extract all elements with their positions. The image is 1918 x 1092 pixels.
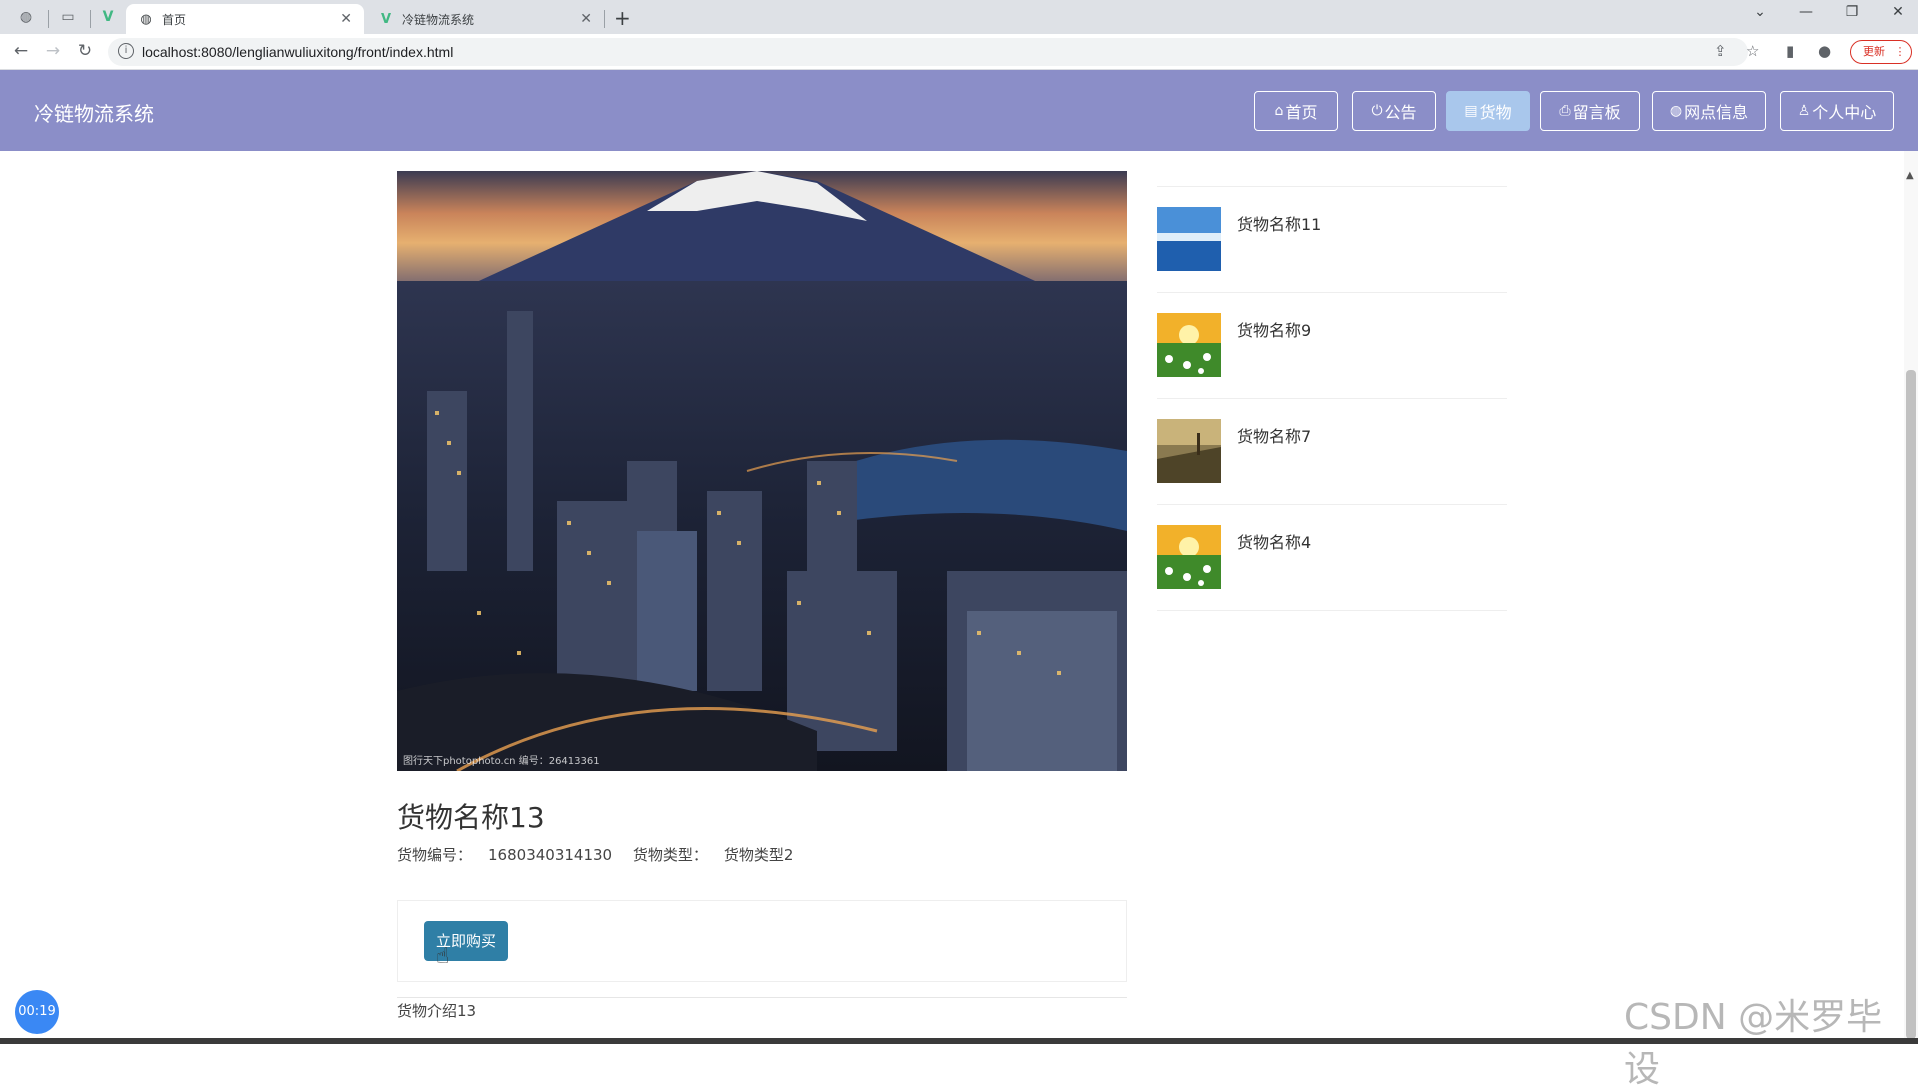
- nav-label: 公告: [1384, 103, 1417, 122]
- home-icon: ⌂: [1274, 103, 1284, 119]
- site-brand[interactable]: 冷链物流系统: [34, 98, 154, 127]
- code-label: 货物编号：: [397, 846, 473, 864]
- power-icon: ⏻: [1371, 103, 1383, 119]
- url-text: localhost:8080/lenglianwuliuxitong/front…: [142, 44, 454, 60]
- new-tab-icon[interactable]: +: [614, 6, 631, 30]
- tab-search-chevron-icon[interactable]: ⌄: [1740, 4, 1780, 20]
- printer-icon: ⎙: [1559, 103, 1571, 119]
- sea-thumbnail[interactable]: [1157, 207, 1221, 271]
- reload-icon[interactable]: ↻: [74, 41, 96, 61]
- purchase-panel: 立即购买: [397, 900, 1127, 982]
- share-icon[interactable]: ⇪: [1714, 42, 1727, 60]
- pinned-tab-blank-icon[interactable]: ▭: [50, 4, 86, 30]
- box-icon: ▤: [1464, 103, 1478, 119]
- sidebar-item-name[interactable]: 货物名称11: [1237, 211, 1321, 235]
- sidebar-item-name[interactable]: 货物名称4: [1237, 529, 1311, 553]
- globe-icon: ◍: [1669, 103, 1683, 119]
- flowers-thumbnail[interactable]: [1157, 313, 1221, 377]
- hand-cursor-icon: ☝: [436, 944, 450, 969]
- browser-tabstrip: ◍ ▭ V ◍ 首页 ✕ V 冷链物流系统 ✕ + ⌄ — ❐ ✕: [0, 0, 1918, 34]
- side-panel-icon[interactable]: ▮: [1786, 42, 1794, 60]
- sidebar-item[interactable]: 货物名称11: [1157, 187, 1507, 293]
- section-divider: [397, 997, 1127, 998]
- nav-label: 货物: [1479, 103, 1512, 122]
- minimize-icon[interactable]: —: [1786, 4, 1826, 20]
- product-meta: 货物编号： 1680340314130 货物类型： 货物类型2: [397, 844, 809, 865]
- product-intro: 货物介绍13: [397, 1002, 477, 1020]
- window-close-icon[interactable]: ✕: [1878, 4, 1918, 20]
- globe-icon: ◍: [140, 11, 152, 27]
- recording-timer: 00:19: [15, 990, 59, 1034]
- image-watermark: 图行天下photophoto.cn 编号：26413361: [403, 756, 600, 767]
- site-info-icon[interactable]: i: [118, 43, 134, 59]
- nav-label: 首页: [1285, 103, 1318, 122]
- nav-messageboard-button[interactable]: ⎙ 留言板: [1540, 91, 1640, 131]
- city-night-photo: [397, 171, 1127, 771]
- type-value: 货物类型2: [723, 846, 794, 864]
- flowers-thumbnail[interactable]: [1157, 525, 1221, 589]
- nav-home-button[interactable]: ⌂ 首页: [1254, 91, 1338, 131]
- back-arrow-icon[interactable]: ←: [10, 41, 32, 61]
- site-header: 冷链物流系统 ⌂ 首页 ⏻ 公告 ▤ 货物 ⎙ 留言板 ◍ 网点信息 ♙ 个人中…: [0, 70, 1918, 151]
- taskbar-edge: [0, 1038, 1918, 1044]
- sidebar-item[interactable]: 货物名称4: [1157, 505, 1507, 611]
- tab-title: 冷链物流系统: [402, 12, 475, 27]
- field-thumbnail[interactable]: [1157, 419, 1221, 483]
- update-button[interactable]: 更新 ⋮: [1850, 40, 1912, 64]
- tab-separator: [48, 10, 49, 28]
- code-value: 1680340314130: [488, 846, 613, 864]
- nav-outlets-button[interactable]: ◍ 网点信息: [1652, 91, 1766, 131]
- nav-label: 留言板: [1572, 103, 1621, 122]
- browser-toolbar: ← → ↻ i localhost:8080/lenglianwuliuxito…: [0, 34, 1918, 70]
- pinned-tab-vue-icon[interactable]: V: [90, 4, 126, 30]
- product-image: 图行天下photophoto.cn 编号：26413361: [397, 171, 1127, 771]
- restore-icon[interactable]: ❐: [1832, 4, 1872, 20]
- tab-title: 首页: [162, 12, 187, 27]
- tab-separator: [604, 10, 605, 28]
- profile-avatar-icon[interactable]: ●: [1818, 42, 1831, 60]
- nav-label: 网点信息: [1684, 103, 1749, 122]
- pinned-tab-globe-icon[interactable]: ◍: [8, 4, 44, 30]
- sidebar-item-name[interactable]: 货物名称9: [1237, 317, 1311, 341]
- vue-icon: V: [380, 11, 392, 27]
- product-title: 货物名称13: [397, 801, 545, 834]
- user-icon: ♙: [1797, 103, 1811, 119]
- more-vert-icon: ⋮: [1894, 45, 1906, 58]
- nav-goods-button[interactable]: ▤ 货物: [1446, 91, 1530, 131]
- forward-arrow-icon[interactable]: →: [42, 41, 64, 61]
- close-icon[interactable]: ✕: [340, 11, 352, 27]
- nav-label: 个人中心: [1812, 103, 1877, 122]
- browser-tab-home[interactable]: ◍ 首页 ✕: [126, 4, 364, 34]
- type-label: 货物类型：: [632, 846, 708, 864]
- browser-tab-system[interactable]: V 冷链物流系统 ✕: [366, 4, 604, 34]
- update-label: 更新: [1863, 45, 1885, 58]
- sidebar-item[interactable]: 货物名称9: [1157, 293, 1507, 399]
- scroll-up-arrow-icon[interactable]: ▲: [1906, 170, 1914, 181]
- nav-notice-button[interactable]: ⏻ 公告: [1352, 91, 1436, 131]
- nav-profile-button[interactable]: ♙ 个人中心: [1780, 91, 1894, 131]
- bookmark-star-icon[interactable]: ☆: [1746, 42, 1759, 60]
- address-bar[interactable]: i localhost:8080/lenglianwuliuxitong/fro…: [108, 38, 1748, 66]
- sidebar-item[interactable]: 货物名称7: [1157, 399, 1507, 505]
- sidebar-item-name[interactable]: 货物名称7: [1237, 423, 1311, 447]
- close-icon[interactable]: ✕: [580, 11, 592, 27]
- scrollbar-thumb[interactable]: [1906, 370, 1916, 1039]
